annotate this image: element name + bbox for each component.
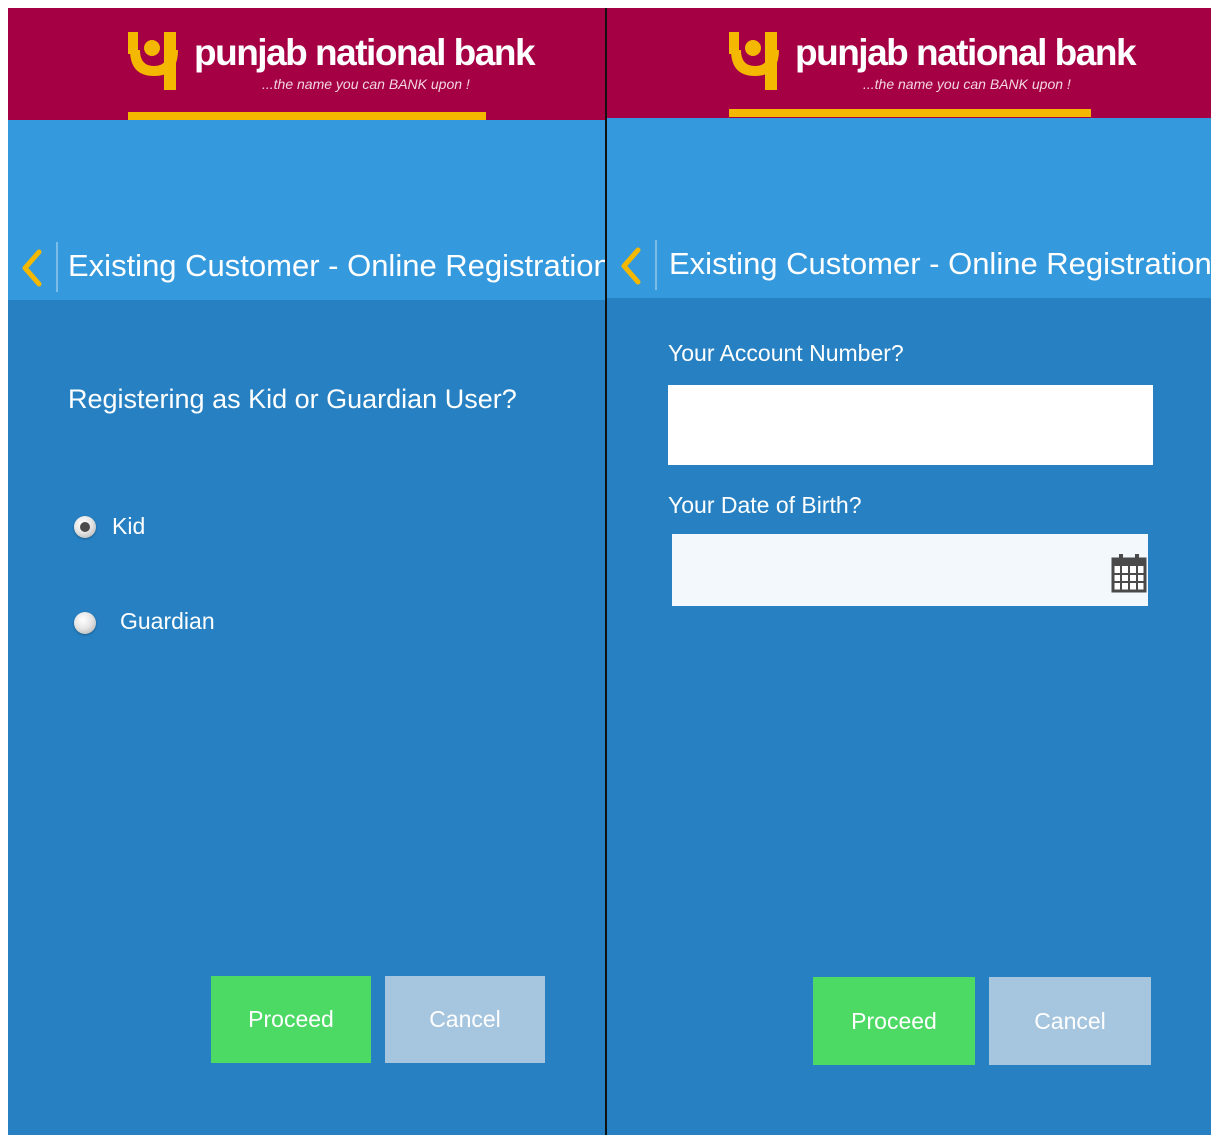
title-separator <box>655 240 657 290</box>
brand-name: punjab national bank <box>194 32 536 73</box>
radio-kid[interactable] <box>74 516 96 538</box>
cancel-button[interactable]: Cancel <box>989 977 1151 1065</box>
account-details-screen: punjab national bank ...the name you can… <box>607 8 1211 1135</box>
pnb-logo: punjab national bank ...the name you can… <box>128 28 536 102</box>
dob-input[interactable] <box>672 534 1148 606</box>
proceed-button[interactable]: Proceed <box>813 977 975 1065</box>
account-number-label: Your Account Number? <box>668 340 904 366</box>
brand-tagline: ...the name you can BANK upon ! <box>262 76 470 92</box>
proceed-button[interactable]: Proceed <box>211 976 371 1063</box>
chevron-left-icon[interactable] <box>20 248 44 288</box>
brand-name: punjab national bank <box>795 32 1137 73</box>
page-title: Existing Customer - Online Registration <box>669 246 1211 281</box>
header-accent-line <box>729 109 1091 117</box>
title-separator <box>56 242 58 292</box>
kid-guardian-screen: punjab national bank ...the name you can… <box>8 8 605 1135</box>
radio-selected-dot <box>80 522 90 532</box>
cancel-button[interactable]: Cancel <box>385 976 545 1063</box>
radio-guardian-label[interactable]: Guardian <box>120 608 215 635</box>
registration-question: Registering as Kid or Guardian User? <box>68 384 517 414</box>
page-title: Existing Customer - Online Registration <box>68 248 605 283</box>
header-accent-line <box>128 112 486 120</box>
brand-tagline: ...the name you can BANK upon ! <box>863 76 1071 92</box>
pnb-logo-icon <box>128 32 178 90</box>
calendar-icon[interactable] <box>1111 553 1147 593</box>
app-header: punjab national bank ...the name you can… <box>8 8 605 120</box>
pnb-logo: punjab national bank ...the name you can… <box>729 28 1137 102</box>
app-header: punjab national bank ...the name you can… <box>607 8 1211 118</box>
pnb-logo-icon <box>729 32 779 90</box>
chevron-left-icon[interactable] <box>619 246 643 286</box>
account-number-input[interactable] <box>668 385 1153 465</box>
radio-kid-label[interactable]: Kid <box>112 513 145 540</box>
dob-label: Your Date of Birth? <box>668 492 862 518</box>
radio-guardian[interactable] <box>74 612 96 634</box>
